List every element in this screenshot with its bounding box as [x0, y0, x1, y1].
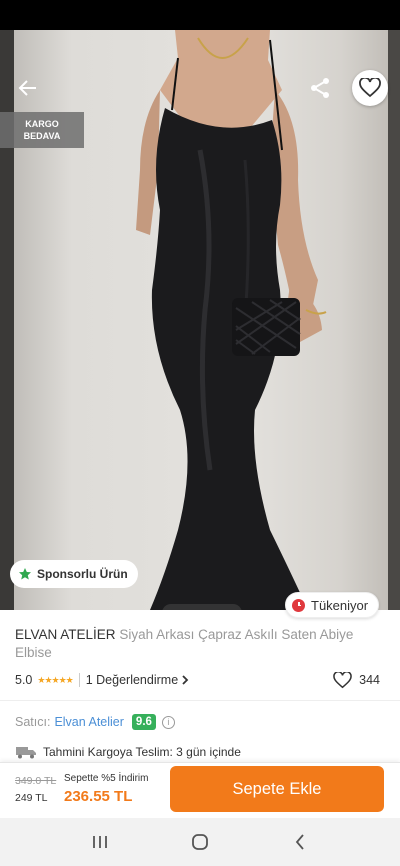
heart-outline-icon [333, 671, 352, 688]
share-button[interactable] [306, 74, 334, 102]
checkout-bar: 349.0 TL 249 TL Sepette %5 İndirim 236.5… [0, 762, 400, 818]
back-button[interactable] [14, 74, 42, 102]
sponsored-label: Sponsorlu Ürün [37, 567, 128, 581]
system-nav-bar [0, 818, 400, 866]
home-button[interactable] [180, 822, 220, 862]
recent-apps-icon [93, 836, 107, 848]
product-brand[interactable]: ELVAN ATELİER [15, 627, 116, 642]
add-to-cart-button[interactable]: Sepete Ekle [170, 766, 384, 812]
chevron-left-icon [295, 834, 304, 850]
recent-apps-button[interactable] [80, 822, 120, 862]
favorite-button[interactable] [352, 70, 388, 106]
rating-value: 5.0 [15, 673, 33, 687]
reviews-link[interactable]: 1 Değerlendirme [86, 673, 189, 687]
pagination-dot[interactable] [177, 609, 185, 610]
divider [78, 673, 80, 687]
promo-price: 236.55 TL [64, 788, 133, 805]
base-price: 249 TL [15, 792, 48, 804]
share-icon [311, 78, 329, 98]
stock-alert-badge: Tükeniyor [285, 592, 380, 618]
clock-icon [292, 598, 305, 612]
section-divider [0, 700, 400, 701]
back-arrow-icon [18, 80, 36, 96]
truck-icon [16, 747, 36, 759]
home-icon [192, 834, 208, 850]
info-icon[interactable]: i [161, 715, 175, 729]
delivery-info: Tahmini Kargoya Teslim: 3 gün içinde [15, 743, 241, 761]
free-shipping-line2: BEDAVA [23, 131, 61, 141]
product-image-gallery[interactable]: KARGO BEDAVA Sponsorlu Ürün [0, 30, 400, 610]
gallery-pagination[interactable] [162, 604, 242, 610]
delivery-text: Tahmini Kargoya Teslim: 3 gün içinde [43, 745, 241, 759]
rating-row: 5.0 ★★★★★ 1 Değerlendirme 344 [15, 670, 385, 690]
rating-stars: ★★★★★ [37, 674, 73, 685]
old-price: 349.0 TL [15, 775, 57, 787]
product-title: ELVAN ATELİER Siyah Arkası Çapraz Askılı… [15, 626, 385, 662]
favorite-count[interactable]: 344 [333, 671, 380, 689]
favorite-count-value: 344 [359, 673, 380, 687]
reviews-label: 1 Değerlendirme [85, 673, 179, 687]
seller-row: Satıcı: Elvan Atelier 9.6 i [15, 711, 175, 733]
heart-icon [359, 78, 381, 98]
seller-link[interactable]: Elvan Atelier [54, 715, 123, 729]
free-shipping-line1: KARGO [25, 119, 59, 129]
seller-score-badge: 9.6 [131, 714, 156, 730]
sponsored-badge: Sponsorlu Ürün [10, 560, 138, 588]
status-bar [0, 0, 400, 30]
seller-label: Satıcı: [15, 715, 51, 729]
chevron-right-icon [182, 675, 189, 685]
promo-label: Sepette %5 İndirim [64, 773, 149, 784]
free-shipping-badge: KARGO BEDAVA [0, 112, 84, 148]
system-back-button[interactable] [280, 822, 320, 862]
stock-alert-label: Tükeniyor [311, 597, 369, 613]
star-icon [19, 568, 31, 580]
